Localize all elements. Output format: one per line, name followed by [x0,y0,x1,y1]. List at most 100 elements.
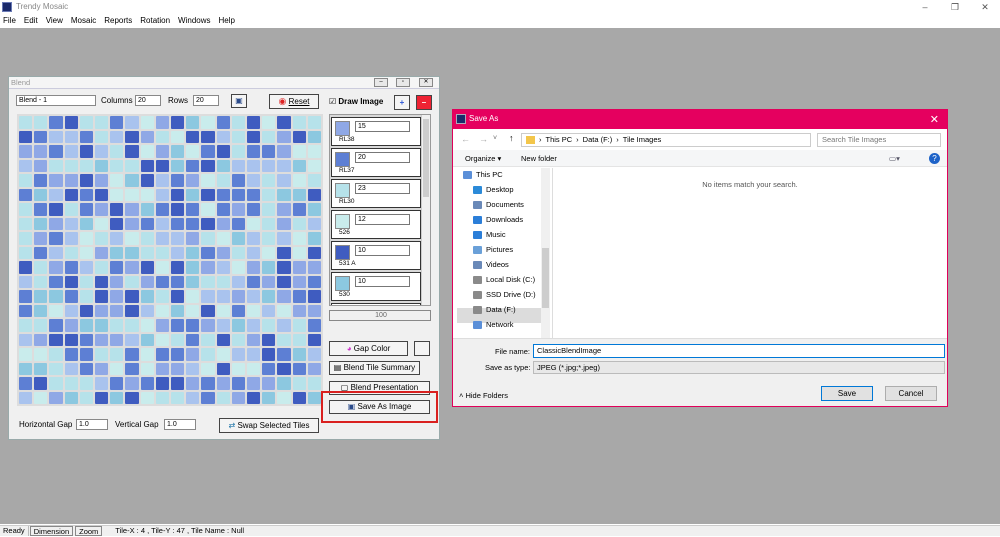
nav-scrollbar[interactable] [541,168,550,338]
nav-item[interactable]: Videos [473,258,509,272]
mosaic-tile[interactable] [49,217,63,230]
mosaic-tile[interactable] [125,203,139,216]
mosaic-tile[interactable] [246,174,261,187]
mosaic-tile[interactable] [201,391,215,404]
mosaic-tile[interactable] [292,304,306,317]
mosaic-tile[interactable] [201,217,215,230]
mosaic-tile[interactable] [201,246,215,259]
mosaic-tile[interactable] [79,145,93,158]
mosaic-tile[interactable] [64,362,78,375]
mosaic-tile[interactable] [186,203,200,216]
mosaic-tile[interactable] [19,377,33,390]
rows-input[interactable]: 20 [193,95,219,106]
mosaic-tile[interactable] [64,290,78,303]
mosaic-tile[interactable] [79,188,93,201]
mosaic-tile[interactable] [216,232,230,245]
mosaic-tile[interactable] [94,261,109,274]
mosaic-tile[interactable] [231,203,245,216]
mosaic-tile[interactable] [110,130,124,143]
mosaic-tile[interactable] [262,319,276,332]
mosaic-tile[interactable] [201,319,215,332]
mosaic-tile[interactable] [186,290,200,303]
mosaic-tile[interactable] [262,377,276,390]
mosaic-tile[interactable] [170,217,185,230]
mosaic-tile[interactable] [94,362,109,375]
mosaic-tile[interactable] [34,145,48,158]
mosaic-tile[interactable] [110,217,124,230]
mosaic-tile[interactable] [49,203,63,216]
mosaic-tile[interactable] [216,130,230,143]
mosaic-tile[interactable] [79,275,93,288]
mosaic-tile[interactable] [19,203,33,216]
mosaic-tile[interactable] [186,348,200,361]
mosaic-tile[interactable] [125,116,139,129]
mosaic-tile[interactable] [307,188,321,201]
gap-color-swatch[interactable] [414,341,430,356]
mosaic-tile[interactable] [49,246,63,259]
mosaic-tile[interactable] [307,116,321,129]
nav-item[interactable]: SSD Drive (D:) [473,288,536,302]
mosaic-tile[interactable] [64,130,78,143]
mosaic-tile[interactable] [277,145,291,158]
mosaic-tile[interactable] [140,159,154,172]
mosaic-tile[interactable] [170,275,185,288]
up-arrow-icon[interactable]: ↑ [509,133,514,143]
mosaic-tile[interactable] [64,217,78,230]
mosaic-tile[interactable] [140,232,154,245]
mosaic-tile[interactable] [277,188,291,201]
mosaic-tile[interactable] [49,232,63,245]
mosaic-tile[interactable] [140,391,154,404]
mosaic-tile[interactable] [64,261,78,274]
mosaic-tile[interactable] [262,130,276,143]
mosaic-tile[interactable] [155,188,169,201]
tile-list-scrollbar[interactable] [421,115,430,305]
mosaic-tile[interactable] [201,203,215,216]
mosaic-tile[interactable] [110,275,124,288]
mosaic-tile[interactable] [49,290,63,303]
mosaic-tile[interactable] [246,130,261,143]
mosaic-tile[interactable] [79,362,93,375]
draw-image-checkbox[interactable]: ☑ Draw Image [329,97,383,107]
mosaic-tile[interactable] [79,333,93,346]
nav-item[interactable]: Desktop [473,183,514,197]
mosaic-tile[interactable] [125,377,139,390]
mosaic-tile[interactable] [216,116,230,129]
mosaic-tile[interactable] [155,290,169,303]
mosaic-tile[interactable] [34,304,48,317]
mosaic-tile[interactable] [125,261,139,274]
mosaic-tile[interactable] [34,333,48,346]
mosaic-tile[interactable] [140,174,154,187]
mosaic-tile[interactable] [246,319,261,332]
mosaic-tile[interactable] [262,159,276,172]
mosaic-tile[interactable] [79,217,93,230]
mosaic-tile[interactable] [231,145,245,158]
mosaic-tile[interactable] [262,362,276,375]
mosaic-tile[interactable] [231,333,245,346]
tile-count-input[interactable]: 20 [355,152,410,163]
mosaic-tile[interactable] [34,159,48,172]
mosaic-tile[interactable] [186,232,200,245]
mosaic-tile[interactable] [292,261,306,274]
mosaic-tile[interactable] [186,116,200,129]
mosaic-tile[interactable] [307,261,321,274]
mosaic-tile[interactable] [231,130,245,143]
mosaic-tile[interactable] [94,304,109,317]
breadcrumb-this-pc[interactable]: This PC [546,134,573,146]
mosaic-tile[interactable] [110,377,124,390]
mosaic-tile[interactable] [125,304,139,317]
mosaic-tile[interactable] [277,174,291,187]
swap-tiles-button[interactable]: ⇄ Swap Selected Tiles [219,418,319,433]
mosaic-tile[interactable] [186,362,200,375]
mosaic-tile[interactable] [170,290,185,303]
nav-item[interactable]: Pictures [473,243,513,257]
mosaic-tile[interactable] [231,188,245,201]
mosaic-tile[interactable] [292,246,306,259]
mosaic-tile[interactable] [231,217,245,230]
mosaic-tile[interactable] [292,319,306,332]
mosaic-tile[interactable] [307,203,321,216]
menu-windows[interactable]: Windows [178,15,210,27]
mosaic-tile[interactable] [231,116,245,129]
mosaic-tile[interactable] [292,377,306,390]
mosaic-tile[interactable] [34,203,48,216]
mosaic-tile[interactable] [231,275,245,288]
